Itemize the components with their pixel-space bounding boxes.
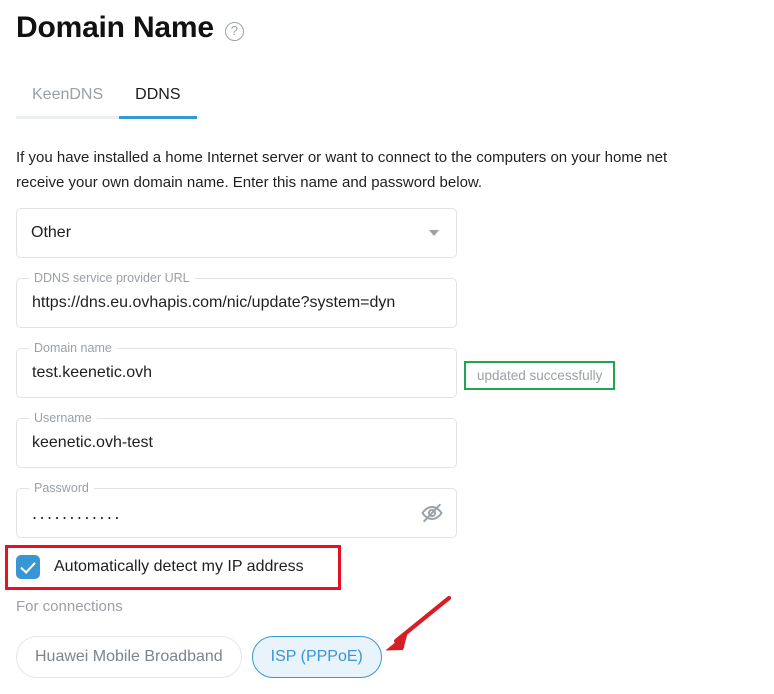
ddns-url-value: https://dns.eu.ovhapis.com/nic/update?sy… <box>32 294 396 311</box>
ddns-provider-select[interactable]: Other <box>16 208 457 258</box>
password-field[interactable]: Password ............ <box>16 481 457 538</box>
domain-name-value: test.keenetic.ovh <box>32 364 153 381</box>
status-badge: updated successfully <box>464 361 616 390</box>
chevron-down-icon <box>429 230 439 236</box>
for-connections-label: For connections <box>16 598 123 615</box>
eye-off-icon[interactable] <box>420 501 444 525</box>
auto-detect-ip-checkbox-row[interactable]: Automatically detect my IP address <box>16 555 304 579</box>
password-dots: ............ <box>32 503 122 523</box>
password-value: ............ <box>32 489 416 537</box>
auto-detect-ip-checkbox[interactable] <box>16 555 40 579</box>
tab-bar: KeenDNS DDNS <box>16 86 197 119</box>
page-title: Domain Name <box>16 11 214 44</box>
chip-huawei-mobile-broadband[interactable]: Huawei Mobile Broadband <box>16 636 242 678</box>
ddns-provider-value: Other <box>31 224 72 241</box>
page-header: Domain Name ? <box>16 8 244 48</box>
domain-name-field[interactable]: Domain name test.keenetic.ovh <box>16 341 457 398</box>
auto-detect-ip-label: Automatically detect my IP address <box>54 558 304 575</box>
username-field[interactable]: Username keenetic.ovh-test <box>16 411 457 468</box>
username-value: keenetic.ovh-test <box>32 434 153 451</box>
question-circle-icon[interactable]: ? <box>224 21 244 41</box>
domain-name-page: Domain Name ? KeenDNS DDNS If you have i… <box>0 0 774 694</box>
connection-chips: Huawei Mobile Broadband ISP (PPPoE) <box>16 636 382 678</box>
tab-keendns[interactable]: KeenDNS <box>16 86 120 119</box>
ddns-url-field[interactable]: DDNS service provider URL https://dns.eu… <box>16 271 457 328</box>
annotation-arrow <box>385 595 452 651</box>
tab-ddns[interactable]: DDNS <box>119 86 197 119</box>
page-description: If you have installed a home Internet se… <box>16 149 668 191</box>
chip-isp-pppoe[interactable]: ISP (PPPoE) <box>251 636 382 678</box>
